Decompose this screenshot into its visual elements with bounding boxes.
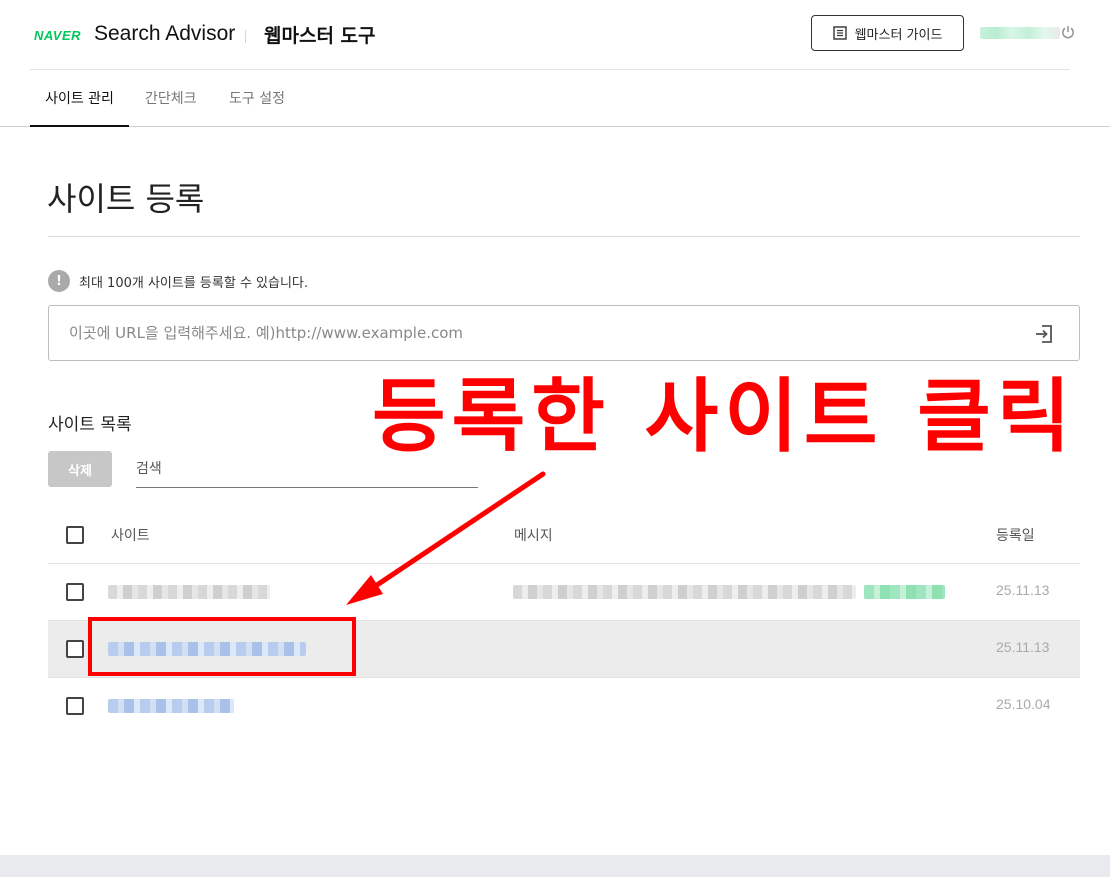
tab-quick-check[interactable]: 간단체크 [145,70,197,126]
tab-site-management[interactable]: 사이트 관리 [30,70,129,127]
site-url[interactable] [108,642,306,656]
notice-text: 최대 100개 사이트를 등록할 수 있습니다. [79,275,309,291]
list-icon [832,26,847,40]
message-text [513,585,856,599]
enter-icon[interactable] [1033,323,1055,345]
naver-logo[interactable]: NAVER [34,28,81,43]
table-row[interactable]: 25.11.13 [48,564,1080,621]
top-header: NAVER Search Advisor 웹마스터 도구 웹마스터 가이드 [30,0,1074,70]
delete-button[interactable]: 삭제 [48,451,112,487]
webmaster-guide-button[interactable]: 웹마스터 가이드 [811,15,964,51]
footer-bar [0,855,1110,877]
table-row[interactable]: 25.11.13 [48,621,1080,678]
url-input[interactable] [69,320,989,346]
registration-date: 25.11.13 [996,582,1050,598]
column-site: 사이트 [111,528,150,544]
message-status [864,585,945,599]
site-url[interactable] [108,699,234,713]
table-header: 사이트 메시지 등록일 [48,506,1080,564]
column-message: 메시지 [514,528,553,544]
tab-tool-settings[interactable]: 도구 설정 [229,70,285,126]
table-row[interactable]: 25.10.04 [48,678,1080,735]
registration-date: 25.11.13 [996,639,1050,655]
row-checkbox[interactable] [66,697,84,715]
notice: ! 최대 100개 사이트를 등록할 수 있습니다. [48,270,308,292]
product-name[interactable]: Search Advisor [94,22,235,46]
webmaster-guide-label: 웹마스터 가이드 [854,27,943,43]
column-date: 등록일 [996,528,1035,544]
select-all-checkbox[interactable] [66,526,84,544]
webmaster-tools-title[interactable]: 웹마스터 도구 [264,21,376,48]
site-list-title: 사이트 목록 [48,415,132,435]
site-table: 사이트 메시지 등록일 25.11.13 25.11.13 25.10.04 [48,506,1080,735]
user-account[interactable] [980,27,1060,39]
row-checkbox[interactable] [66,640,84,658]
row-checkbox[interactable] [66,583,84,601]
power-icon[interactable] [1060,24,1076,40]
search-input[interactable] [136,451,478,488]
site-url[interactable] [108,585,270,599]
header-divider [245,30,246,43]
info-icon: ! [48,270,70,292]
page-title: 사이트 등록 [47,180,205,218]
nav-tabs: 사이트 관리 간단체크 도구 설정 [0,70,1110,127]
registration-date: 25.10.04 [996,696,1051,712]
title-divider [48,236,1080,237]
